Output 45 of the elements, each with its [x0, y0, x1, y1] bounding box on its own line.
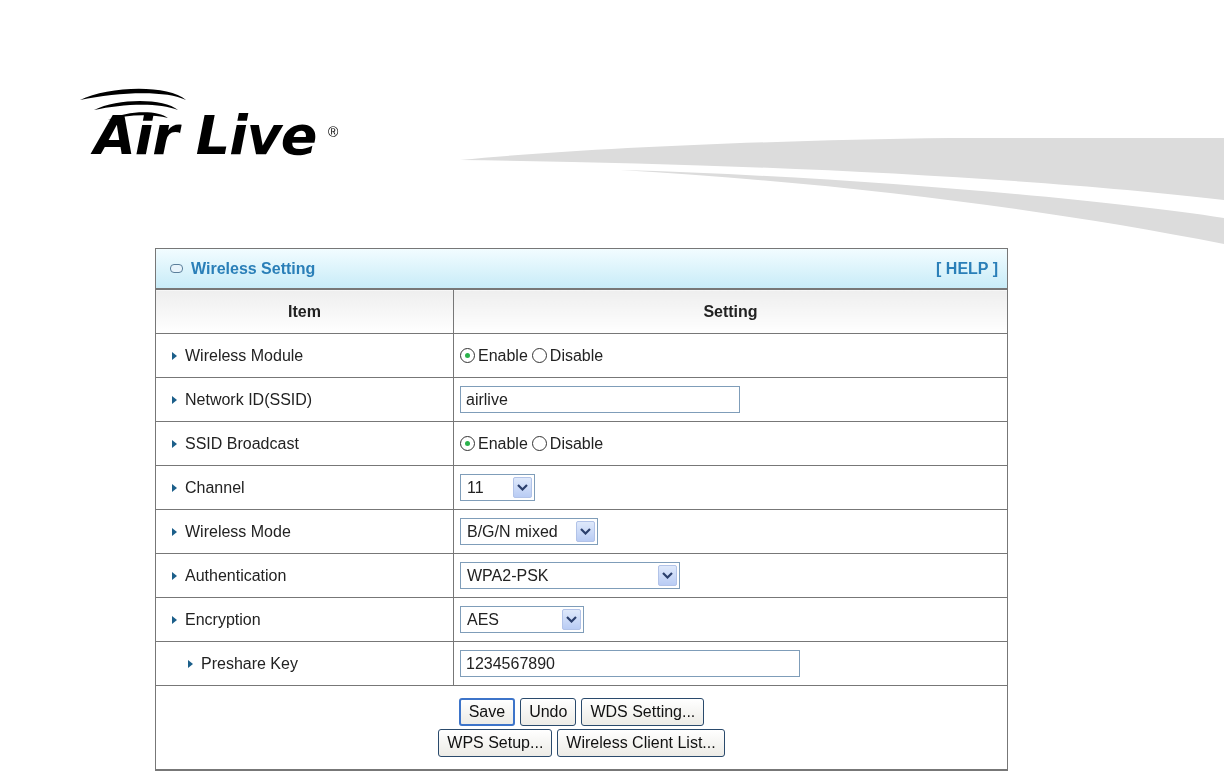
triangle-bullet-icon	[172, 571, 177, 580]
panel-title: Wireless Setting	[191, 259, 316, 278]
chevron-down-icon	[658, 565, 677, 586]
radio-label[interactable]: Enable	[478, 434, 528, 453]
triangle-bullet-icon	[172, 615, 177, 624]
triangle-bullet-icon	[188, 659, 193, 668]
action-button[interactable]: Undo	[520, 698, 577, 726]
setting-label: Encryption	[185, 610, 261, 629]
setting-label: Wireless Mode	[185, 522, 291, 541]
radio-button[interactable]	[460, 436, 475, 451]
setting-label: Authentication	[185, 566, 287, 585]
radio-label[interactable]: Disable	[549, 346, 604, 365]
dropdown[interactable]: WPA2-PSK	[460, 562, 680, 589]
triangle-bullet-icon	[172, 351, 177, 360]
bullet-icon	[170, 264, 183, 273]
action-button[interactable]: WDS Setting...	[581, 698, 705, 726]
triangle-bullet-icon	[172, 439, 177, 448]
column-header: Item	[156, 289, 454, 334]
dropdown[interactable]: B/G/N mixed	[460, 518, 598, 545]
radio-button[interactable]	[531, 436, 547, 451]
radio-label[interactable]: Enable	[478, 346, 528, 365]
input-field[interactable]: airlive	[460, 386, 740, 413]
action-button[interactable]: WPS Setup...	[438, 729, 553, 757]
chevron-down-icon	[513, 477, 532, 498]
help-link[interactable]: [ HELP ]	[936, 259, 998, 278]
radio-label[interactable]: Disable	[549, 434, 604, 453]
dropdown[interactable]: 11	[460, 474, 535, 501]
chevron-down-icon	[562, 609, 581, 630]
triangle-bullet-icon	[172, 395, 177, 404]
setting-label: Wireless Module	[185, 346, 304, 365]
dropdown[interactable]: AES	[460, 606, 584, 633]
input-field[interactable]: 1234567890	[460, 650, 800, 677]
action-button[interactable]: Save	[458, 698, 516, 726]
radio-button[interactable]	[531, 348, 547, 363]
action-button[interactable]: Wireless Client List...	[557, 729, 725, 757]
setting-label: Network ID(SSID)	[185, 390, 313, 409]
column-header: Setting	[453, 289, 1007, 334]
setting-label: Channel	[185, 478, 245, 497]
chevron-down-icon	[576, 521, 595, 542]
triangle-bullet-icon	[172, 527, 177, 536]
triangle-bullet-icon	[172, 483, 177, 492]
setting-label: SSID Broadcast	[185, 434, 299, 453]
setting-label: Preshare Key	[201, 654, 298, 673]
registered-mark: ®	[328, 124, 339, 140]
radio-button[interactable]	[460, 348, 475, 363]
